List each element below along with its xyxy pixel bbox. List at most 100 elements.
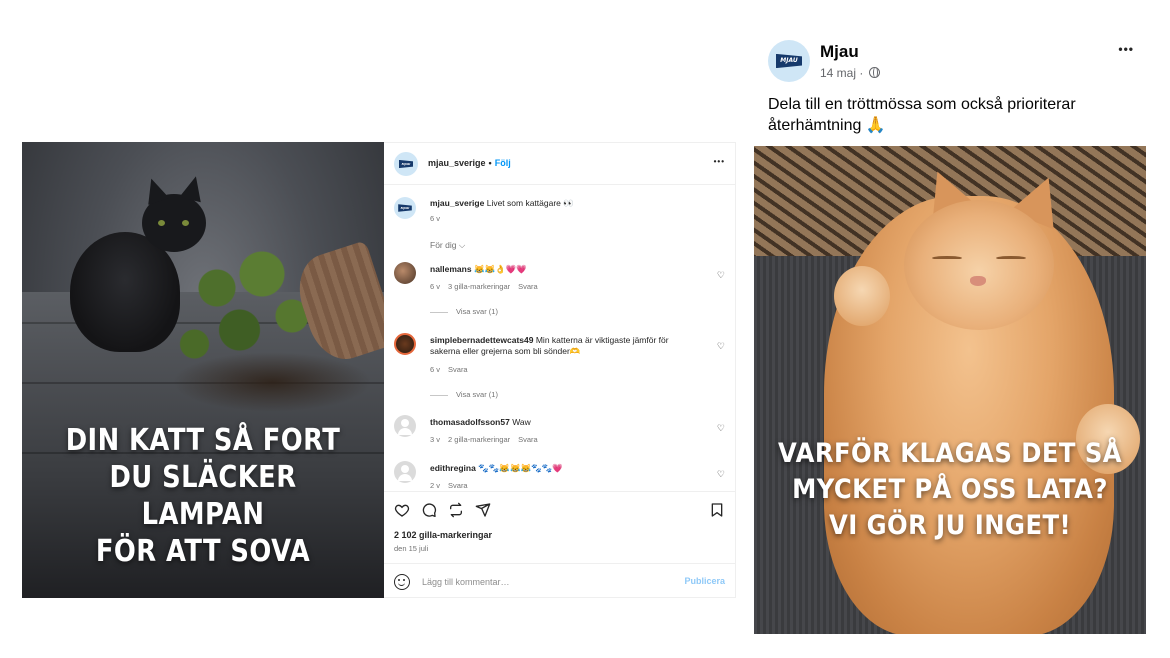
comment-icon[interactable] [421,502,437,518]
avatar[interactable] [394,262,416,284]
default-avatar-body [398,474,412,481]
comment-username[interactable]: thomasadolfsson57 [430,417,510,427]
bookmark-icon[interactable] [709,502,725,518]
orange-cat-head [904,200,1054,330]
ig-image-text-line: DU SLÄCKER LAMPAN [109,460,297,532]
avatar-logo-text: MJAU [401,162,411,166]
avatar[interactable] [394,461,416,483]
fb-image-text: VARFÖR KLAGAS DET SÅ MYCKET PÅ OSS LATA?… [774,436,1127,544]
comment-meta: 6 v [430,214,448,223]
comment-text: simplebernadettewcats49 Min katterna är … [430,335,700,357]
avatar-logo-text: MJAU [780,57,798,65]
page-name[interactable]: Mjau [820,42,859,62]
avatar[interactable]: MJAU [768,40,810,82]
comment-time[interactable]: 6 v [430,282,440,291]
avatar-logo-text: MJAU [400,206,410,210]
comment-time[interactable]: 6 v [430,214,440,223]
fb-image-text-line: MYCKET PÅ OSS LATA? [792,474,1108,505]
avatar[interactable] [394,333,416,355]
closed-eye [996,256,1026,260]
avatar[interactable] [394,415,416,437]
comment-text: nallemans 😹😹👌💗💗 [430,264,710,275]
post-time[interactable]: 14 maj [820,66,856,80]
share-icon[interactable] [448,502,464,518]
comment-username[interactable]: simplebernadettewcats49 [430,335,533,345]
default-avatar-head [401,465,409,473]
ig-post-header-text: mjau_sverige • Följ [428,158,511,168]
account-name[interactable]: mjau_sverige [428,158,486,168]
ig-post-image[interactable]: DIN KATT SÅ FORT DU SLÄCKER LAMPAN FÖR A… [22,142,384,598]
comment-item: edithregina 🐾🐾😹😹😹🐾🐾💗 2 v Svara ♡ [384,459,735,491]
comment-item: simplebernadettewcats49 Min katterna är … [384,331,735,403]
more-icon[interactable]: ••• [714,157,725,166]
heart-icon[interactable]: ♡ [717,423,725,434]
avatar[interactable]: MJAU [394,197,416,219]
instagram-post: DIN KATT SÅ FORT DU SLÄCKER LAMPAN FÖR A… [22,142,736,598]
default-avatar-body [398,428,412,435]
globe-icon[interactable] [868,67,880,78]
avatar[interactable]: MJAU [394,152,418,176]
ig-image-text-line: DIN KATT SÅ FORT [65,423,341,458]
reply-button[interactable]: Svara [448,481,468,490]
comment-meta: 6 v 3 gilla-markeringar Svara [430,282,546,291]
comment-time[interactable]: 3 v [430,435,440,444]
ig-action-bar: 2 102 gilla-markeringar den 15 juli [384,491,735,553]
ig-post-header: MJAU mjau_sverige • Följ ••• [384,143,735,185]
comment-time[interactable]: 2 v [430,481,440,490]
comment-item: nallemans 😹😹👌💗💗 6 v 3 gilla-markeringar Sv… [384,260,735,320]
ig-image-text-line: FÖR ATT SOVA [95,534,311,569]
comment-time[interactable]: 6 v [430,365,440,374]
comment-filter-dropdown[interactable]: För dig ⌵ [430,240,465,251]
comment-likes[interactable]: 2 gilla-markeringar [448,435,510,444]
reply-button[interactable]: Svara [518,282,538,291]
heart-icon[interactable] [394,502,410,518]
cat-eye [182,220,189,226]
post-meta: 14 maj · [820,66,880,80]
heart-icon[interactable]: ♡ [717,469,725,480]
black-cat-head [140,173,207,252]
comment-username[interactable]: mjau_sverige [430,198,484,208]
cat-ear [140,175,170,205]
ig-caption: MJAU mjau_sverige Livet som kattägare 👀 … [384,195,735,229]
follow-button[interactable]: Följ [495,158,511,168]
cat-nose [970,276,986,286]
fb-post-image[interactable]: VARFÖR KLAGAS DET SÅ MYCKET PÅ OSS LATA?… [754,146,1146,634]
comment-text: thomasadolfsson57 Waw [430,417,710,428]
view-replies-button[interactable]: Visa svar (1) [430,390,498,399]
send-icon[interactable] [475,502,491,518]
comment-username[interactable]: nallemans [430,264,472,274]
view-replies-button[interactable]: Visa svar (1) [430,307,498,316]
facebook-post: MJAU Mjau 14 maj · ••• Dela till en tröt… [754,30,1146,634]
comment-meta: 3 v 2 gilla-markeringar Svara [430,435,546,444]
comment-body: 🐾🐾😹😹😹🐾🐾💗 [478,463,563,473]
comment-body: Waw [512,417,531,427]
cat-paw [834,266,890,326]
reply-button[interactable]: Svara [518,435,538,444]
comment-body: Livet som kattägare 👀 [486,198,574,208]
heart-icon[interactable]: ♡ [717,270,725,281]
reply-button[interactable]: Svara [448,365,468,374]
emoji-icon[interactable] [394,574,410,590]
add-comment-bar: Publicera [384,563,735,599]
post-date: den 15 juli [394,544,429,553]
likes-count[interactable]: 2 102 gilla-markeringar [394,530,492,540]
comment-username[interactable]: edithregina [430,463,476,473]
separator-dot: • [488,158,492,168]
comment-item: thomasadolfsson57 Waw 3 v 2 gilla-markeri… [384,413,735,449]
cat-eye [158,220,165,226]
ig-side-panel: MJAU mjau_sverige • Följ ••• MJAU mjau_sve… [384,142,736,598]
comment-likes[interactable]: 3 gilla-markeringar [448,282,510,291]
ig-image-text: DIN KATT SÅ FORT DU SLÄCKER LAMPAN FÖR A… [47,422,358,570]
heart-icon[interactable]: ♡ [717,341,725,352]
add-comment-input[interactable] [422,573,662,591]
fb-image-text-line: VI GÖR JU INGET! [828,510,1072,541]
comment-meta: 6 v Svara [430,365,476,374]
separator-dot: · [859,66,864,80]
publish-button[interactable]: Publicera [684,576,725,586]
comment-body: 😹😹👌💗💗 [473,264,527,274]
fb-image-text-line: VARFÖR KLAGAS DET SÅ [777,438,1123,469]
plant-leaves [172,232,322,372]
more-icon[interactable]: ••• [1118,42,1134,56]
caption-text: mjau_sverige Livet som kattägare 👀 [430,198,710,209]
cat-ear [179,173,207,203]
